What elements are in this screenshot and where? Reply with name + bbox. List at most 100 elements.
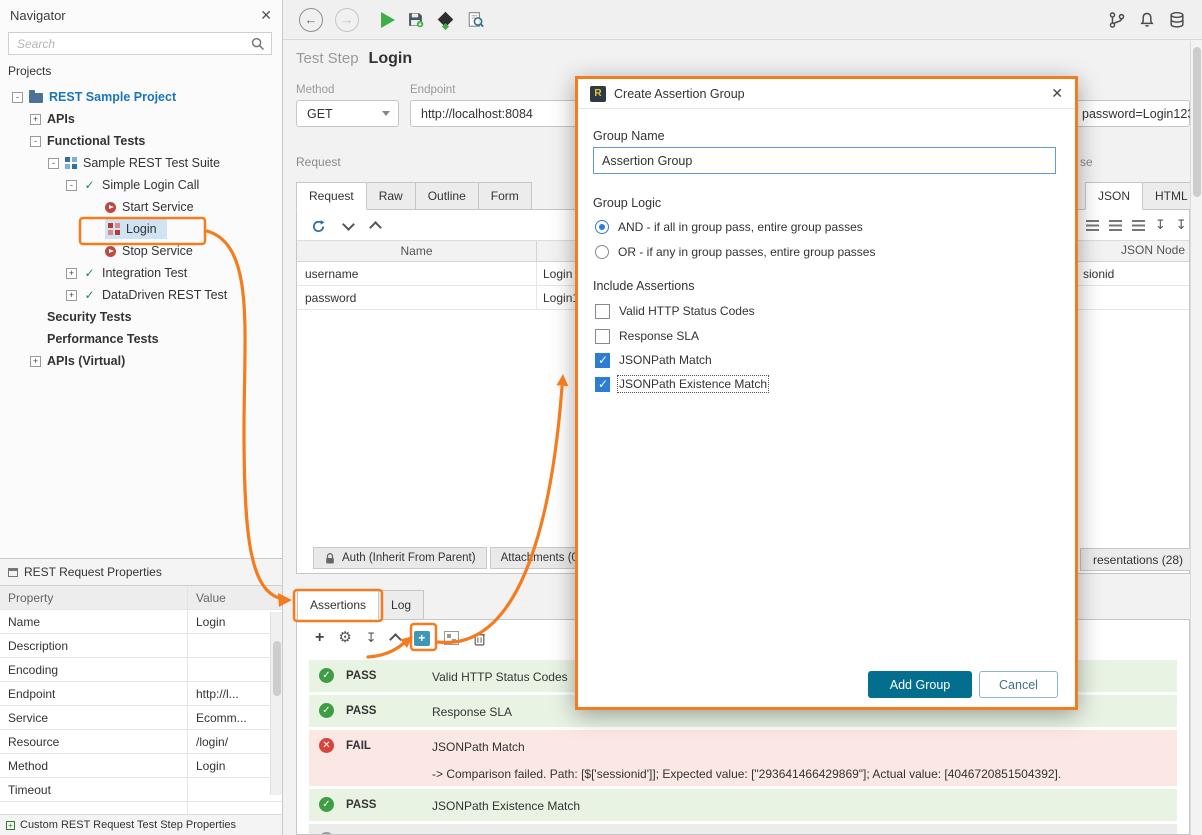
- tree-item-datadriven-rest-test[interactable]: + ✓ DataDriven REST Test: [0, 284, 282, 306]
- tree-item-integration-test[interactable]: + ✓ Integration Test: [0, 262, 282, 284]
- radio-selected-icon[interactable]: [595, 220, 609, 234]
- parameter-name-cell[interactable]: password: [297, 286, 537, 309]
- tab-raw[interactable]: Raw: [366, 182, 416, 210]
- group-name-input[interactable]: [593, 147, 1056, 174]
- property-row: Encoding: [0, 658, 282, 682]
- property-name-cell: Description: [0, 634, 188, 657]
- database-icon[interactable]: [1168, 11, 1186, 29]
- tree-item-functional-tests[interactable]: - Functional Tests: [0, 130, 282, 152]
- tree-item-security-tests[interactable]: Security Tests: [0, 306, 282, 328]
- export-down-icon[interactable]: ↧: [1176, 218, 1187, 232]
- representations-tab-fragment[interactable]: resentations (28): [1080, 548, 1196, 571]
- checkbox-checked-icon[interactable]: [595, 377, 610, 392]
- dialog-close-icon[interactable]: ✕: [1051, 85, 1063, 102]
- property-value-cell[interactable]: [188, 778, 282, 801]
- chevron-up-icon[interactable]: [369, 221, 382, 234]
- align-lines-icon[interactable]: [1086, 220, 1099, 231]
- ungroup-icon[interactable]: [444, 631, 459, 645]
- expand-icon[interactable]: +: [30, 356, 41, 367]
- search-input[interactable]: [15, 36, 251, 52]
- align-lines-icon[interactable]: [1132, 220, 1145, 231]
- property-value-cell[interactable]: [188, 658, 282, 681]
- radio-unselected-icon[interactable]: [595, 245, 609, 259]
- expand-icon[interactable]: +: [66, 268, 77, 279]
- trash-icon[interactable]: [473, 631, 486, 646]
- checkbox-jsonpath-existence-match[interactable]: JSONPath Existence Match: [595, 375, 767, 393]
- tab-log[interactable]: Log: [378, 590, 424, 620]
- properties-scrollbar[interactable]: [270, 612, 282, 795]
- property-value-cell[interactable]: http://l...: [188, 682, 282, 705]
- collapse-icon[interactable]: -: [12, 92, 23, 103]
- expand-icon[interactable]: +: [30, 114, 41, 125]
- property-name-cell: Timeout: [0, 778, 188, 801]
- tab-form[interactable]: Form: [478, 182, 532, 210]
- selected-tree-item[interactable]: Login: [105, 219, 167, 239]
- tab-json[interactable]: JSON: [1085, 182, 1143, 210]
- tab-request[interactable]: Request: [296, 182, 367, 210]
- auth-tab[interactable]: Auth (Inherit From Parent): [313, 547, 487, 569]
- radio-and[interactable]: AND - if all in group pass, entire group…: [595, 218, 863, 236]
- tree-item-login[interactable]: Login: [0, 218, 282, 240]
- search-box[interactable]: [8, 32, 272, 55]
- import-icon[interactable]: ↧: [366, 631, 377, 645]
- gear-icon[interactable]: ⚙: [338, 630, 351, 646]
- tree-item-sample-rest-test-suite[interactable]: - Sample REST Test Suite: [0, 152, 282, 174]
- checkbox-valid-http-status-codes[interactable]: Valid HTTP Status Codes: [595, 302, 755, 320]
- radio-or[interactable]: OR - if any in group passes, entire grou…: [595, 243, 875, 261]
- endpoint-value: http://localhost:8084: [421, 107, 533, 121]
- collapse-icon[interactable]: -: [66, 180, 77, 191]
- checkbox-response-sla[interactable]: Response SLA: [595, 327, 699, 345]
- tree-item-rest-sample-project[interactable]: - REST Sample Project: [0, 86, 282, 108]
- refresh-icon[interactable]: [311, 219, 326, 234]
- add-group-button[interactable]: Add Group: [868, 671, 972, 698]
- property-value-cell[interactable]: [188, 634, 282, 657]
- property-value-cell[interactable]: /login/: [188, 730, 282, 753]
- find-document-icon[interactable]: [467, 11, 485, 29]
- rest-request-icon: [108, 223, 120, 235]
- scrollbar-thumb[interactable]: [273, 641, 281, 696]
- chevron-up-icon[interactable]: [389, 633, 402, 646]
- run-icon[interactable]: [381, 12, 395, 28]
- assertion-detail: -> Comparison failed. Path: [$['sessioni…: [432, 767, 1177, 781]
- stop-diamond-icon[interactable]: [438, 12, 454, 28]
- collapse-icon[interactable]: -: [30, 136, 41, 147]
- forward-icon[interactable]: →: [335, 8, 359, 32]
- parameter-name-cell[interactable]: username: [297, 262, 537, 285]
- notifications-bell-icon[interactable]: [1138, 11, 1156, 29]
- cancel-button[interactable]: Cancel: [979, 671, 1058, 698]
- dialog-titlebar[interactable]: R Create Assertion Group ✕: [578, 79, 1075, 109]
- branch-icon[interactable]: [1108, 11, 1126, 29]
- property-value-cell[interactable]: Ecomm...: [188, 706, 282, 729]
- tree-item-apis[interactable]: + APIs: [0, 108, 282, 130]
- checkbox-unchecked-icon[interactable]: [595, 304, 610, 319]
- tree-item-stop-service[interactable]: Stop Service: [0, 240, 282, 262]
- save-icon[interactable]: [407, 11, 424, 28]
- collapse-icon[interactable]: -: [48, 158, 59, 169]
- checkbox-unchecked-icon[interactable]: [595, 329, 610, 344]
- export-down-icon[interactable]: ↧: [1155, 218, 1166, 232]
- vertical-scrollbar[interactable]: [1190, 41, 1202, 835]
- expand-icon[interactable]: +: [66, 290, 77, 301]
- tab-assertions[interactable]: Assertions: [297, 590, 379, 620]
- create-group-icon[interactable]: [414, 631, 430, 646]
- scrollbar-thumb[interactable]: [1193, 47, 1201, 197]
- property-value-cell[interactable]: Login: [188, 610, 282, 633]
- assertion-row[interactable]: ✓ PASS JSONPath Existence Match: [309, 789, 1177, 821]
- back-icon[interactable]: ←: [299, 8, 323, 32]
- tree-item-simple-login-call[interactable]: - ✓ Simple Login Call: [0, 174, 282, 196]
- assertion-row[interactable]: ✕ FAIL JSONPath Match -> Comparison fail…: [309, 730, 1177, 786]
- add-assertion-icon[interactable]: +: [315, 630, 324, 646]
- chevron-down-icon[interactable]: [342, 218, 355, 231]
- tab-outline[interactable]: Outline: [415, 182, 479, 210]
- tree-item-performance-tests[interactable]: Performance Tests: [0, 328, 282, 350]
- align-lines-icon[interactable]: [1109, 220, 1122, 231]
- tree-item-start-service[interactable]: Start Service: [0, 196, 282, 218]
- checkbox-checked-icon[interactable]: [595, 353, 610, 368]
- test-step-header: Test StepLogin: [296, 50, 412, 68]
- property-value-cell[interactable]: Login: [188, 754, 282, 777]
- checkbox-jsonpath-match[interactable]: JSONPath Match: [595, 351, 712, 369]
- close-icon[interactable]: ✕: [260, 7, 272, 24]
- method-select[interactable]: GET: [296, 100, 399, 127]
- tree-item-apis-virtual[interactable]: + APIs (Virtual): [0, 350, 282, 372]
- assertion-row[interactable]: ? UNKNOWN Assertion Group: [309, 824, 1177, 835]
